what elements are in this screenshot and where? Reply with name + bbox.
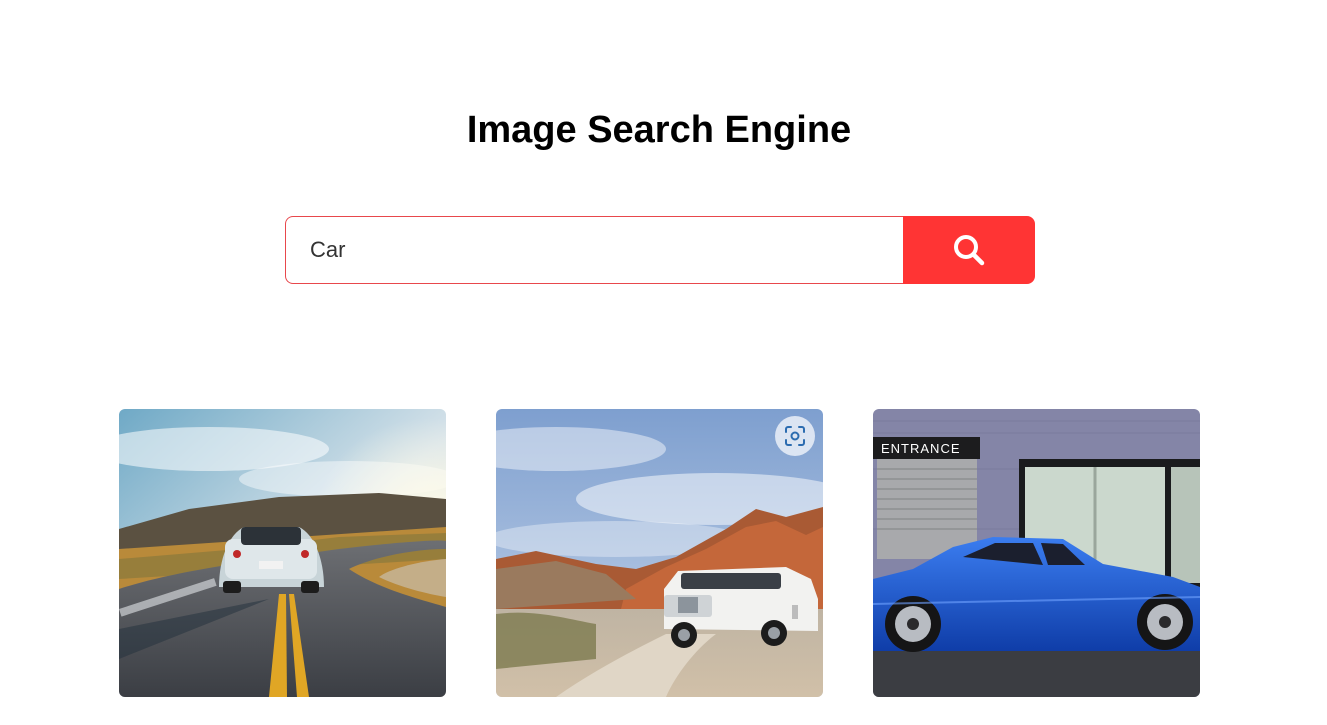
search-icon <box>954 235 985 266</box>
image-gallery: ENTRANCE <box>119 409 1200 697</box>
photo-sports-car-on-road <box>119 409 446 697</box>
search-input[interactable] <box>285 216 903 284</box>
visual-search-lens-icon <box>785 426 805 446</box>
page: Image Search Engine Car ENTRANCE <box>0 0 1327 725</box>
entrance-sign: ENTRANCE <box>881 441 961 456</box>
visual-search-lens-button[interactable] <box>775 416 815 456</box>
image-card[interactable] <box>496 409 823 697</box>
image-card[interactable]: ENTRANCE <box>873 409 1200 697</box>
photo-blue-coupe-by-entrance: ENTRANCE <box>873 409 1200 697</box>
search-form <box>285 216 1035 284</box>
image-card[interactable] <box>119 409 446 697</box>
search-button[interactable] <box>903 216 1035 284</box>
page-title: Image Search Engine <box>466 109 852 151</box>
photo-white-suv-in-desert <box>496 409 823 697</box>
